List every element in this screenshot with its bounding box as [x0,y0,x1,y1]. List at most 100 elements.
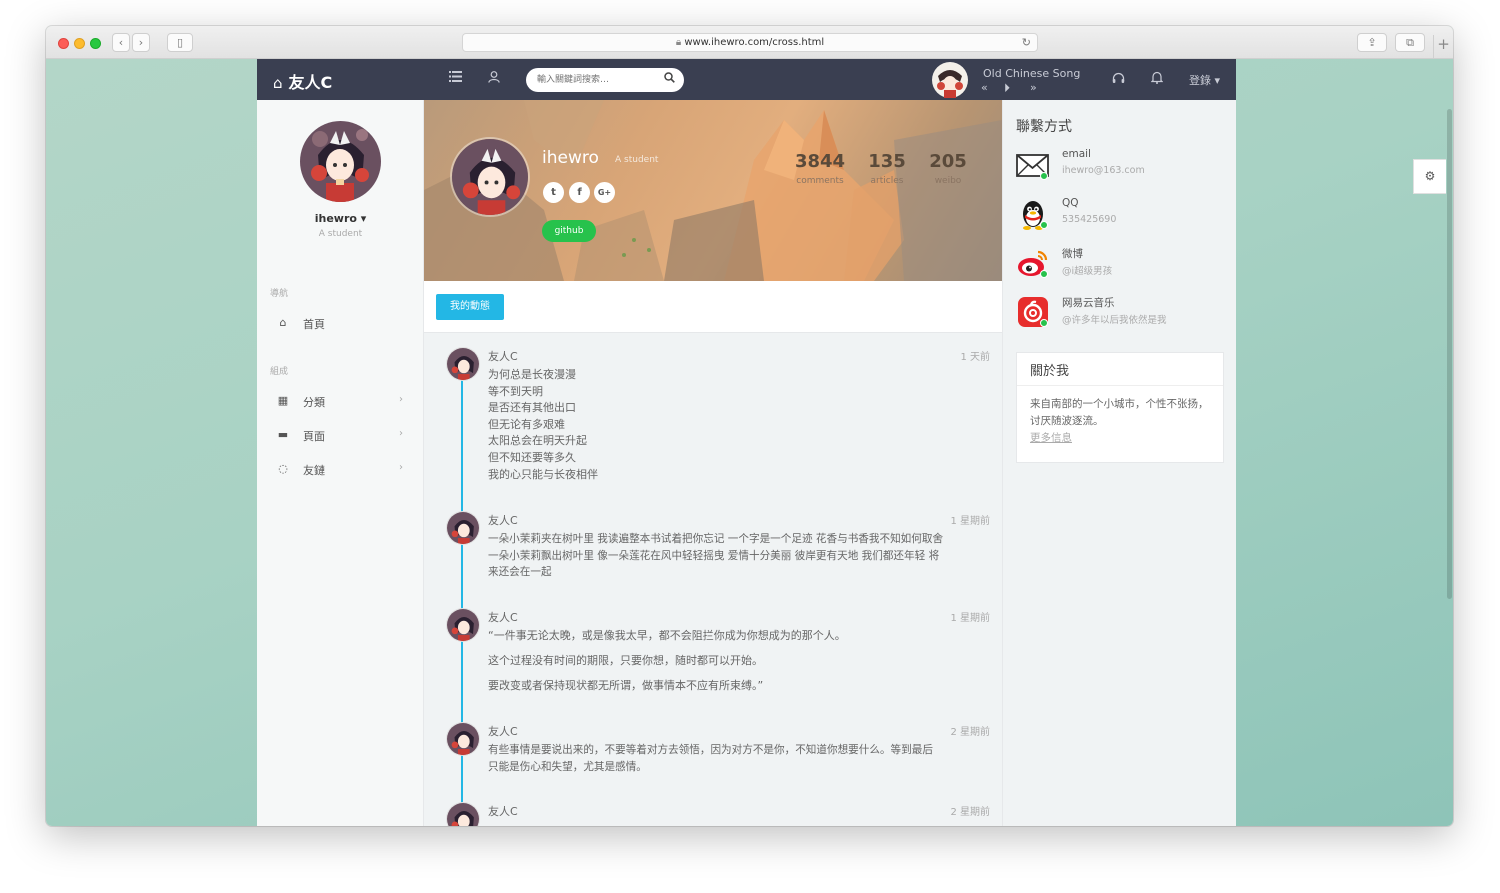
nav-section-label: 導航 [270,289,289,299]
tab-my-activity[interactable]: 我的動態 [436,294,504,320]
sidebar-avatar[interactable] [300,121,381,202]
bell-icon[interactable] [1150,71,1164,88]
profile-avatar[interactable] [450,137,530,217]
post-author[interactable]: 友人C [488,348,518,364]
link-icon: ◌ [278,462,288,475]
facebook-icon[interactable]: f [569,182,590,203]
contact-value: 535425690 [1062,214,1117,225]
post-avatar[interactable] [446,802,480,826]
sidebar-item-home[interactable]: ⌂ 首頁 [257,309,423,337]
main-content: ihewro A student t f G+ github 3844 comm… [424,100,1002,826]
reload-icon[interactable]: ↻ [1022,34,1031,51]
stat-comments-label: comments [796,176,844,186]
tab-bar: 我的動態 [424,281,1002,333]
sidebar-item-links[interactable]: ◌ 友鏈 › [257,455,423,483]
contact-value: @i超级男孩 [1062,266,1113,277]
about-panel: 關於我 来自南部的一个小城市，个性不张扬，讨厌随波逐流。 更多信息 [1016,352,1224,463]
left-sidebar: ihewro ▾ A student 導航 ⌂ 首頁 組成 ▦ 分類 › ▬ 頁… [257,100,424,826]
url-text: www.ihewro.com/cross.html [684,37,825,48]
post-time: 1 星期前 [950,516,990,527]
post-author[interactable]: 友人C [488,803,518,819]
post-avatar[interactable] [446,608,480,642]
new-tab-button[interactable]: + [1433,35,1453,59]
profile-name: ihewro [542,148,599,168]
profile-cover: ihewro A student t f G+ github 3844 comm… [424,100,1002,281]
post-author[interactable]: 友人C [488,609,518,625]
menu-list-icon[interactable] [449,71,462,86]
online-status-dot [1040,319,1048,327]
about-title: 關於我 [1017,353,1223,386]
sidebar-toggle-icon[interactable]: ▯ [167,33,193,52]
browser-toolbar: ‹ › ▯ 🔒︎ www.ihewro.com/cross.html ↻ ⇪ ⧉… [46,26,1453,59]
chevron-right-icon: › [399,462,403,473]
github-button[interactable]: github [542,220,596,242]
timeline-post: 友人C 1 星期前 “一件事无论太晚，或是像我太早，都不会阻拦你成为你想成为的那… [444,608,990,708]
scrollbar-thumb[interactable] [1447,109,1452,599]
close-window-button[interactable] [58,38,69,49]
sidebar-item-label: 分類 [303,396,325,409]
music-play-icon[interactable]: ⏵ [1004,81,1010,96]
timeline-post: 友人C 2 星期前 有些事情是要说出来的，不要等着对方去领悟，因为对方不是你，不… [444,722,990,782]
tabs-overview-icon[interactable]: ⧉ [1395,33,1425,52]
post-body: 为何总是长夜漫漫 等不到天明 是否还有其他出口 但无论有多艰难 太阳总会在明天升… [488,368,598,481]
zoom-window-button[interactable] [90,38,101,49]
timeline: 友人C 1 天前 为何总是长夜漫漫 等不到天明 是否还有其他出口 但无论有多艰难… [424,333,1002,826]
sidebar-username[interactable]: ihewro ▾ [257,212,424,225]
chevron-right-icon: › [399,394,403,405]
stat-articles-label: articles [870,176,904,186]
timeline-post: 友人C 1 天前 为何总是长夜漫漫 等不到天明 是否还有其他出口 但无论有多艰难… [444,347,990,487]
post-avatar[interactable] [446,347,480,381]
brand-link[interactable]: ⌂ 友人C [273,69,332,93]
contact-label: 微博 [1062,248,1083,260]
post-author[interactable]: 友人C [488,723,518,739]
about-more-link[interactable]: 更多信息 [1030,430,1072,445]
browser-window: ‹ › ▯ 🔒︎ www.ihewro.com/cross.html ↻ ⇪ ⧉… [46,26,1453,826]
stat-weibo-count: 205 [929,151,967,172]
back-button[interactable]: ‹ [112,33,130,52]
sidebar-item-categories[interactable]: ▦ 分類 › [257,387,423,415]
post-time: 2 星期前 [950,807,990,818]
minimize-window-button[interactable] [74,38,85,49]
twitter-icon[interactable]: t [543,182,564,203]
google-plus-icon[interactable]: G+ [594,182,615,203]
home-icon: ⌂ [279,316,287,329]
post-time: 1 天前 [960,352,990,363]
chevron-right-icon: › [399,428,403,439]
sidebar-item-label: 頁面 [303,430,325,443]
login-dropdown[interactable]: 登錄 ▾ [1189,72,1220,88]
contact-netease-music[interactable]: 网易云音乐 @许多年以后我依然是我 [1016,293,1231,333]
page-scrollbar[interactable] [1446,59,1453,826]
forward-button[interactable]: › [132,33,150,52]
stat-articles-count: 135 [868,151,906,172]
profile-role: A student [615,155,659,165]
online-status-dot [1040,221,1048,229]
post-avatar[interactable] [446,722,480,756]
timeline-post: 友人C 2 星期前 [444,802,990,826]
contact-email[interactable]: email ihewro@163.com [1016,146,1231,186]
post-author[interactable]: 友人C [488,512,518,528]
search-input[interactable] [526,68,684,92]
compose-section-label: 組成 [270,367,289,377]
post-avatar[interactable] [446,511,480,545]
user-icon[interactable] [488,71,500,87]
sidebar-item-label: 友鏈 [303,464,325,477]
top-navbar: ⌂友人C Old Chi [257,59,1236,100]
brand-title: 友人C [288,73,333,92]
about-text: 来自南部的一个小城市，个性不张扬，讨厌随波逐流。 [1030,398,1209,427]
share-icon[interactable]: ⇪ [1357,33,1387,52]
post-time: 1 星期前 [950,613,990,624]
headphones-icon[interactable] [1112,72,1125,88]
grid-icon: ▦ [277,394,289,407]
contact-weibo[interactable]: 微博 @i超级男孩 [1016,244,1231,284]
online-status-dot [1040,270,1048,278]
music-next-icon[interactable]: » [1030,81,1037,94]
music-prev-icon[interactable]: « [981,81,988,94]
sidebar-item-pages[interactable]: ▬ 頁面 › [257,421,423,449]
post-time: 2 星期前 [950,727,990,738]
contact-qq[interactable]: QQ 535425690 [1016,195,1231,235]
search-icon[interactable] [664,72,675,86]
music-cover-avatar[interactable] [932,62,968,98]
address-bar[interactable]: 🔒︎ www.ihewro.com/cross.html ↻ [462,33,1038,52]
settings-gear-icon[interactable]: ⚙ [1413,159,1446,194]
contact-value: ihewro@163.com [1062,165,1145,176]
